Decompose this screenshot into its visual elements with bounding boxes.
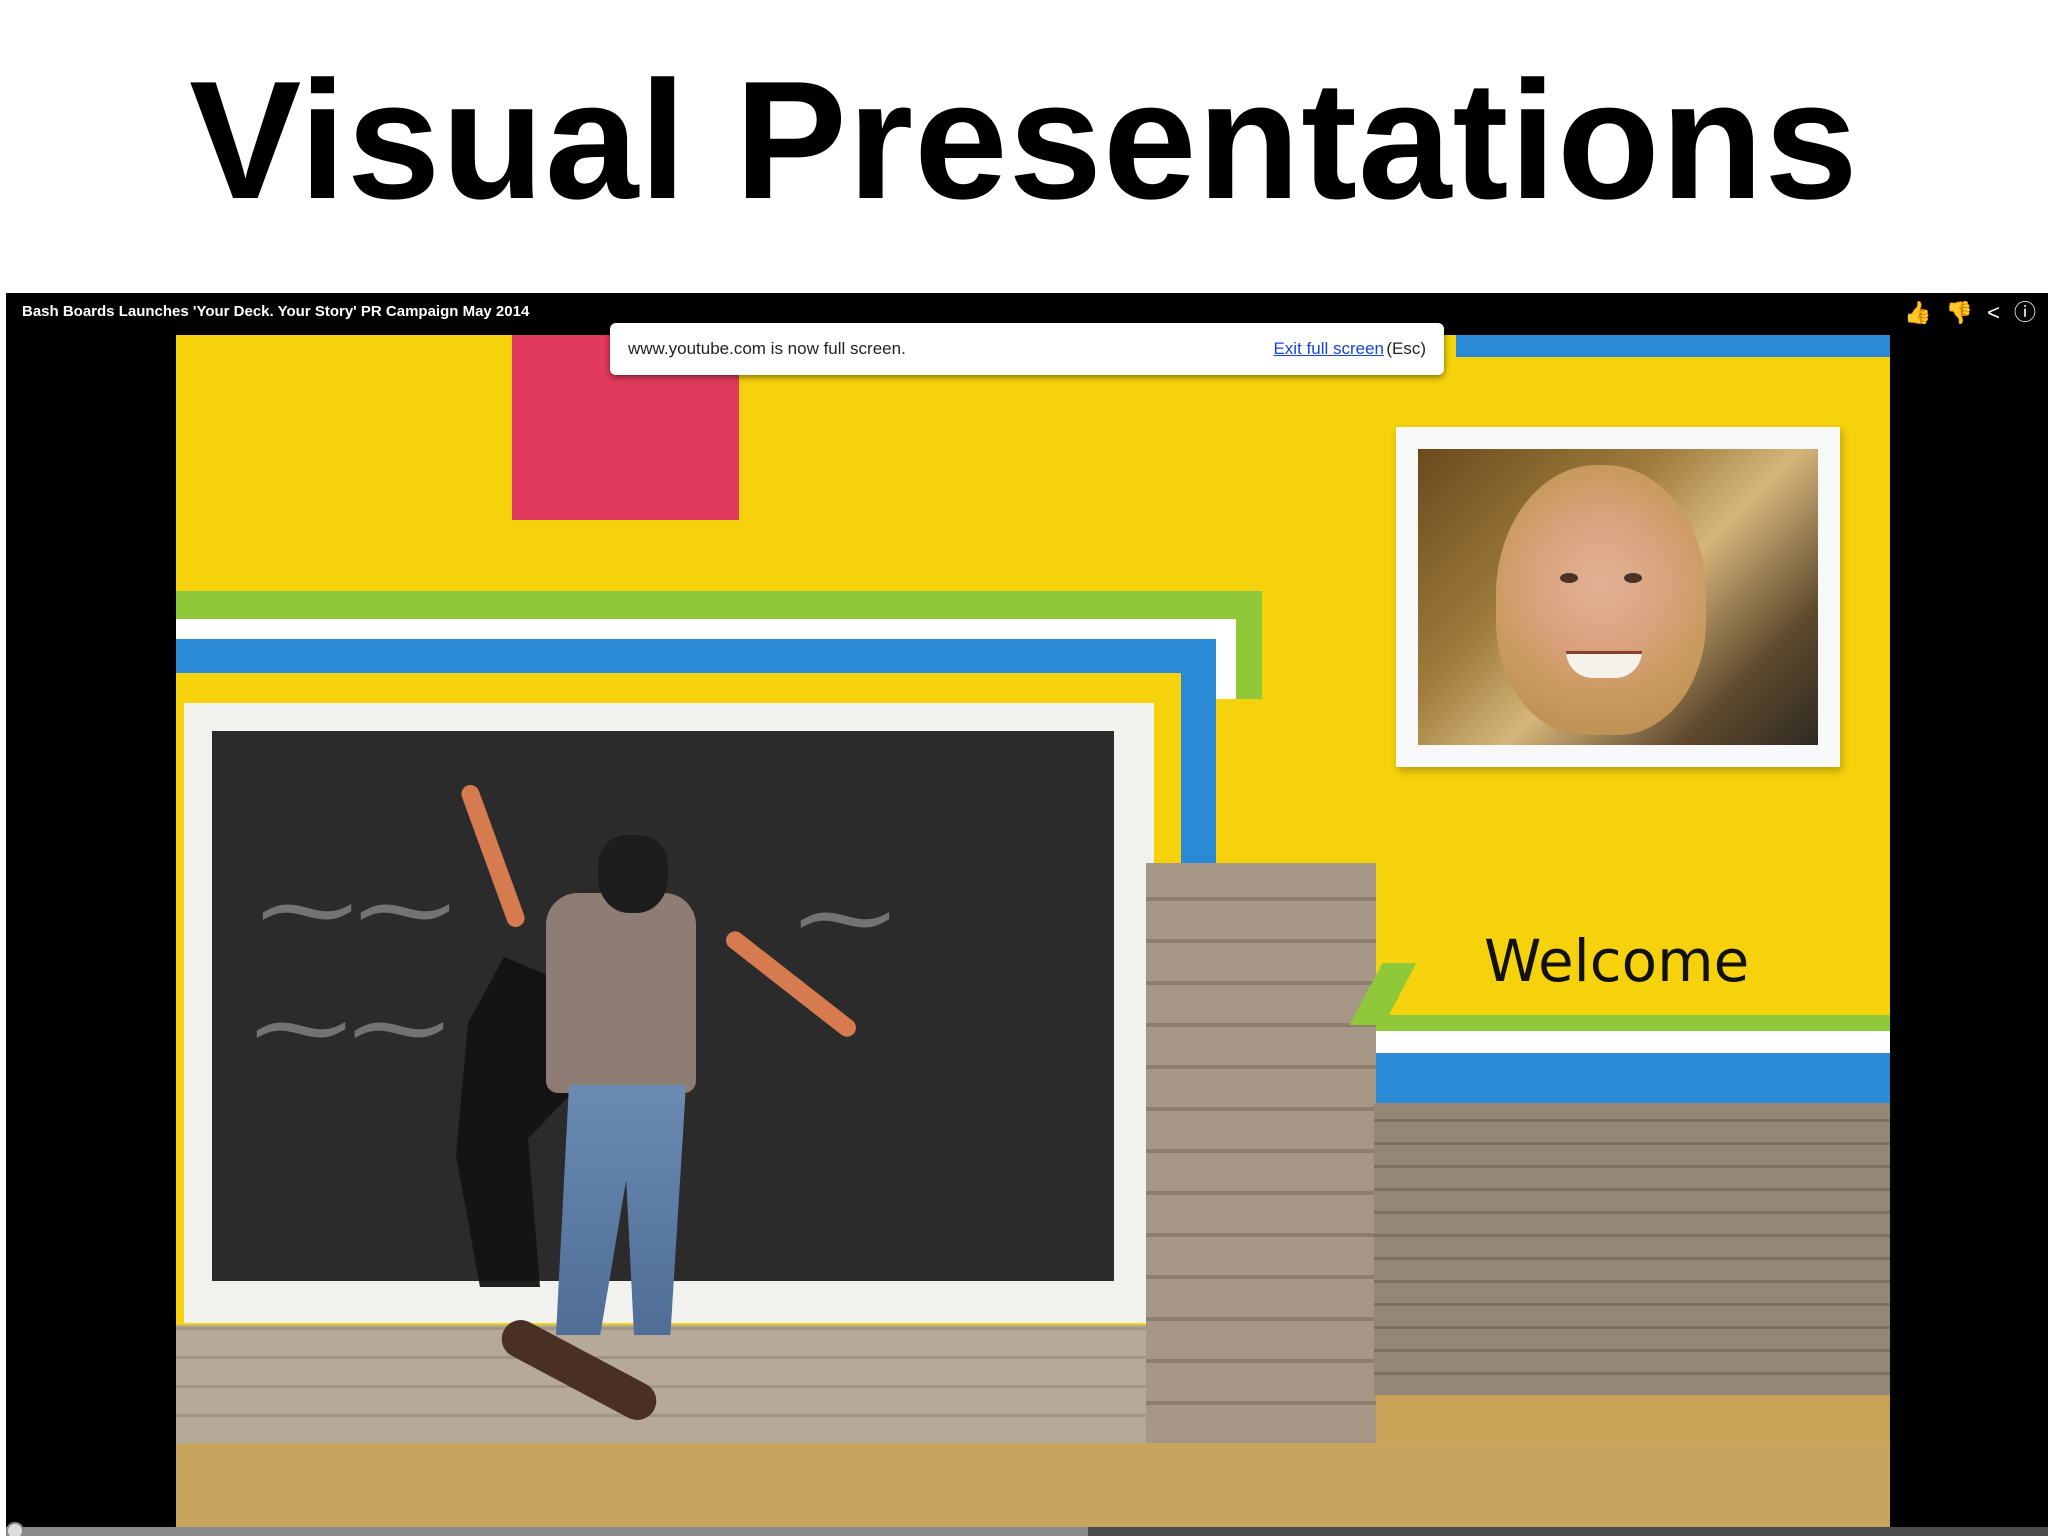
exit-fullscreen-link[interactable]: Exit full screen xyxy=(1273,339,1384,359)
video-title[interactable]: Bash Boards Launches 'Your Deck. Your St… xyxy=(22,303,529,320)
blue-stripe-top xyxy=(1456,335,1890,357)
white-stripe-vertical xyxy=(1216,619,1236,699)
video-frame[interactable]: ⁓⁓ ⁓⁓ ⁓ Welcome xyxy=(176,335,1890,1527)
green-stripe-lower xyxy=(1376,1015,1890,1031)
eye xyxy=(1560,573,1578,583)
skater-head xyxy=(598,835,668,913)
progress-bar-buffered xyxy=(6,1527,1089,1536)
chalk-scribble: ⁓⁓ xyxy=(258,853,454,967)
white-stripe-lower xyxy=(1376,1031,1890,1053)
white-stripe xyxy=(176,619,1236,639)
thumbs-up-icon[interactable]: 👍 xyxy=(1904,301,1931,325)
presenter-face xyxy=(1496,465,1706,735)
eye xyxy=(1624,573,1642,583)
skater-body xyxy=(546,893,696,1093)
progress-scrubber[interactable] xyxy=(6,1522,24,1536)
fullscreen-message: www.youtube.com is now full screen. xyxy=(628,339,906,358)
green-stripe-vertical xyxy=(1234,591,1262,699)
chalk-scribble: ⁓⁓ xyxy=(252,971,448,1085)
green-stripe xyxy=(176,591,1262,619)
share-icon[interactable]: < xyxy=(1987,301,2000,325)
blue-stripe xyxy=(176,639,1216,673)
brick-wall xyxy=(1374,1103,1890,1395)
webcam-image xyxy=(1418,449,1818,745)
mouth xyxy=(1566,651,1642,678)
brick-pillar xyxy=(1146,863,1376,1527)
ground xyxy=(176,1443,1890,1527)
fullscreen-notification: www.youtube.com is now full screen. Exit… xyxy=(610,323,1444,375)
low-wall xyxy=(176,1325,1146,1443)
thumbs-down-icon[interactable]: 👎 xyxy=(1946,301,1973,325)
slide-title: Visual Presentations xyxy=(189,46,1859,234)
webcam-frame xyxy=(1396,427,1840,767)
blue-stripe-lower xyxy=(1376,1053,1890,1103)
info-icon[interactable]: ⓘ xyxy=(2014,301,2036,325)
player-top-controls: 👍 👎 < ⓘ xyxy=(1904,301,2036,325)
escape-hint: (Esc) xyxy=(1386,339,1426,358)
chalk-scribble: ⁓ xyxy=(796,861,894,975)
welcome-text: Welcome xyxy=(1484,927,1750,995)
video-player[interactable]: Bash Boards Launches 'Your Deck. Your St… xyxy=(6,293,2048,1536)
progress-bar[interactable] xyxy=(6,1527,2048,1536)
